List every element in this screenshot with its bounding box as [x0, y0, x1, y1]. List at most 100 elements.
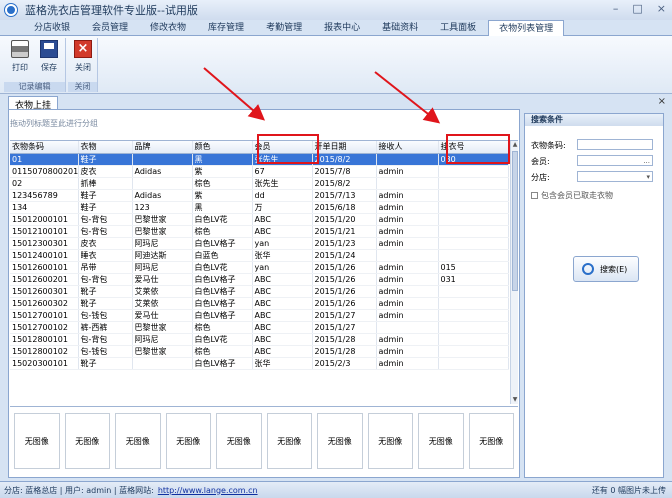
table-cell: 包-背包: [78, 333, 133, 346]
tab-1[interactable]: 会员管理: [82, 20, 138, 35]
table-cell: 2015/2/3: [312, 357, 377, 370]
table-cell: 张华: [252, 357, 313, 370]
checkbox[interactable]: [531, 192, 538, 199]
ribbon-group-label: 关闭: [68, 82, 97, 92]
scroll-thumb[interactable]: [512, 151, 518, 291]
grid-scrollbar[interactable]: ▲ ▼: [510, 141, 518, 404]
table-cell: admin: [376, 225, 439, 238]
table-row[interactable]: 15012100101 包-背包 巴黎世家 棕色 ABC 2015/1/21 admin: [10, 225, 509, 238]
image-thumbnail[interactable]: 无图像: [165, 413, 211, 469]
tab-6[interactable]: 基础资料: [372, 20, 428, 35]
garment-grid: 衣物条码 衣物 品牌 颜色 会员 开单日期 接收人 挂衣号 01 鞋子黑张先生 2015/8/2 0…: [10, 140, 518, 404]
table-row[interactable]: 15012600201 包-背包 爱马仕 白色LV格子 ABC 2015/1/26 admi…: [10, 273, 509, 286]
table-row[interactable]: 0115070800201 皮衣 Adidas 紫 67 2015/7/8 admin: [10, 165, 509, 178]
image-thumbnail[interactable]: 无图像: [14, 413, 60, 469]
table-row[interactable]: 15012300301 皮衣 阿玛尼 白色LV格子 yan 2015/1/23 admin: [10, 237, 509, 250]
table-row[interactable]: 15012600301 靴子 艾莱依 白色LV格子 ABC 2015/1/26 admin: [10, 285, 509, 298]
chevron-down-icon[interactable]: ▾: [646, 173, 650, 181]
member-ellipsis[interactable]: ...: [643, 157, 650, 165]
include-taken-checkbox-row[interactable]: 包含会员已取走衣物: [531, 190, 613, 201]
website-link[interactable]: http://www.lange.com.cn: [158, 486, 258, 495]
scroll-down-icon[interactable]: ▼: [511, 396, 518, 404]
image-thumbnail[interactable]: 无图像: [418, 413, 464, 469]
branch-label: 分店:: [531, 173, 550, 182]
table-cell: [438, 321, 509, 334]
column-header[interactable]: 品牌: [132, 141, 193, 154]
table-cell: ABC: [252, 333, 313, 346]
tab-0[interactable]: 分店收银: [24, 20, 80, 35]
table-row[interactable]: 15012400101 睡衣 阿迪达斯 白蓝色 张华 2015/1/24: [10, 249, 509, 262]
tab-8[interactable]: 衣物列表管理: [488, 20, 565, 36]
table-cell: 2015/1/28: [312, 333, 377, 346]
table-row[interactable]: 15012700101 包-钱包 爱马仕 白色LV格子 ABC 2015/1/27 admi…: [10, 309, 509, 322]
tab-5[interactable]: 报表中心: [314, 20, 370, 35]
column-header[interactable]: 衣物: [78, 141, 133, 154]
table-cell: 棕色: [192, 345, 253, 358]
table-cell: 123456789: [10, 189, 79, 202]
column-header[interactable]: 衣物条码: [10, 141, 79, 154]
image-thumbnail[interactable]: 无图像: [317, 413, 363, 469]
table-cell: 白色LV格子: [192, 285, 253, 298]
member-input[interactable]: ...: [577, 155, 653, 166]
search-icon: [582, 263, 594, 275]
table-cell: [438, 237, 509, 250]
table-cell: 阿玛尼: [132, 333, 193, 346]
table-row[interactable]: 15020300101 靴子 白色LV格子 张华 2015/2/3 admin: [10, 357, 509, 370]
table-cell: 艾莱依: [132, 297, 193, 310]
table-row[interactable]: 134 鞋子 123 黑万 2015/6/18 admin: [10, 201, 509, 214]
table-cell: admin: [376, 357, 439, 370]
barcode-input[interactable]: [577, 139, 653, 150]
table-cell: yan: [252, 261, 313, 274]
tab-3[interactable]: 库存管理: [198, 20, 254, 35]
table-cell: [438, 285, 509, 298]
table-cell: 万: [252, 201, 313, 214]
table-row[interactable]: 15012700102 裤-西裤 巴黎世家 棕色 ABC 2015/1/27: [10, 321, 509, 334]
table-row[interactable]: 15012000101 包-背包 巴黎世家 白色LV花 ABC 2015/1/20 admi…: [10, 213, 509, 226]
image-thumbnail[interactable]: 无图像: [266, 413, 312, 469]
image-thumbnail[interactable]: 无图像: [216, 413, 262, 469]
table-cell: 2015/6/18: [312, 201, 377, 214]
table-row[interactable]: 123456789 鞋子 Adidas 紫 dd 2015/7/13 admin: [10, 189, 509, 202]
table-cell: [438, 249, 509, 262]
image-strip: 无图像 无图像 无图像 无图像 无图像 无图像 无图像 无图像 无图像 无图像: [10, 406, 518, 476]
table-cell: 皮衣: [78, 165, 133, 178]
table-cell: 15012600201: [10, 273, 79, 286]
image-thumbnail[interactable]: 无图像: [64, 413, 110, 469]
table-cell: 15012600301: [10, 285, 79, 298]
ribbon-close-button[interactable]: × 关闭: [70, 40, 96, 73]
doc-tab-garment-hang[interactable]: 衣物上挂: [8, 96, 59, 111]
image-thumbnail[interactable]: 无图像: [367, 413, 413, 469]
table-row[interactable]: 15012800101 包-背包 阿玛尼 白色LV花 ABC 2015/1/28 admin: [10, 333, 509, 346]
tab-2[interactable]: 修改衣物: [140, 20, 196, 35]
save-button[interactable]: 保存: [36, 40, 62, 73]
tab-7[interactable]: 工具面板: [430, 20, 486, 35]
ribbon-group-edit: 打印 保存 记录编辑: [4, 38, 66, 92]
column-header[interactable]: 开单日期: [312, 141, 377, 154]
table-cell: 0115070800201: [10, 165, 79, 178]
table-row[interactable]: 15012800102 包-钱包 巴黎世家 棕色 ABC 2015/1/28 admin: [10, 345, 509, 358]
table-cell: [438, 345, 509, 358]
minimize-button[interactable]: –: [613, 2, 619, 15]
scroll-up-icon[interactable]: ▲: [511, 141, 518, 149]
column-header[interactable]: 接收人: [376, 141, 439, 154]
print-button[interactable]: 打印: [7, 40, 33, 73]
barcode-label: 衣物条码:: [531, 141, 566, 150]
table-cell: admin: [376, 237, 439, 250]
maximize-button[interactable]: □: [632, 2, 642, 15]
image-thumbnail[interactable]: 无图像: [468, 413, 514, 469]
table-cell: 棕色: [192, 177, 253, 190]
table-cell: admin: [376, 285, 439, 298]
doc-close-icon[interactable]: ×: [658, 96, 666, 107]
image-thumbnail[interactable]: 无图像: [115, 413, 161, 469]
table-row[interactable]: 15012600101 吊带 阿玛尼 白色LV花 yan 2015/1/26 admin 01…: [10, 261, 509, 274]
table-row[interactable]: 15012600302 靴子 艾莱依 白色LV格子 ABC 2015/1/26 admin: [10, 297, 509, 310]
table-cell: 15012600302: [10, 297, 79, 310]
table-cell: [438, 189, 509, 202]
branch-select[interactable]: ▾: [577, 171, 653, 182]
search-button[interactable]: 搜索(E): [573, 256, 639, 282]
tab-4[interactable]: 考勤管理: [256, 20, 312, 35]
table-row[interactable]: 02 抓棒 棕色 张先生 2015/8/2: [10, 177, 509, 190]
column-header[interactable]: 颜色: [192, 141, 253, 154]
highlight-hanger-column: [446, 134, 510, 164]
close-button[interactable]: ×: [657, 2, 666, 15]
